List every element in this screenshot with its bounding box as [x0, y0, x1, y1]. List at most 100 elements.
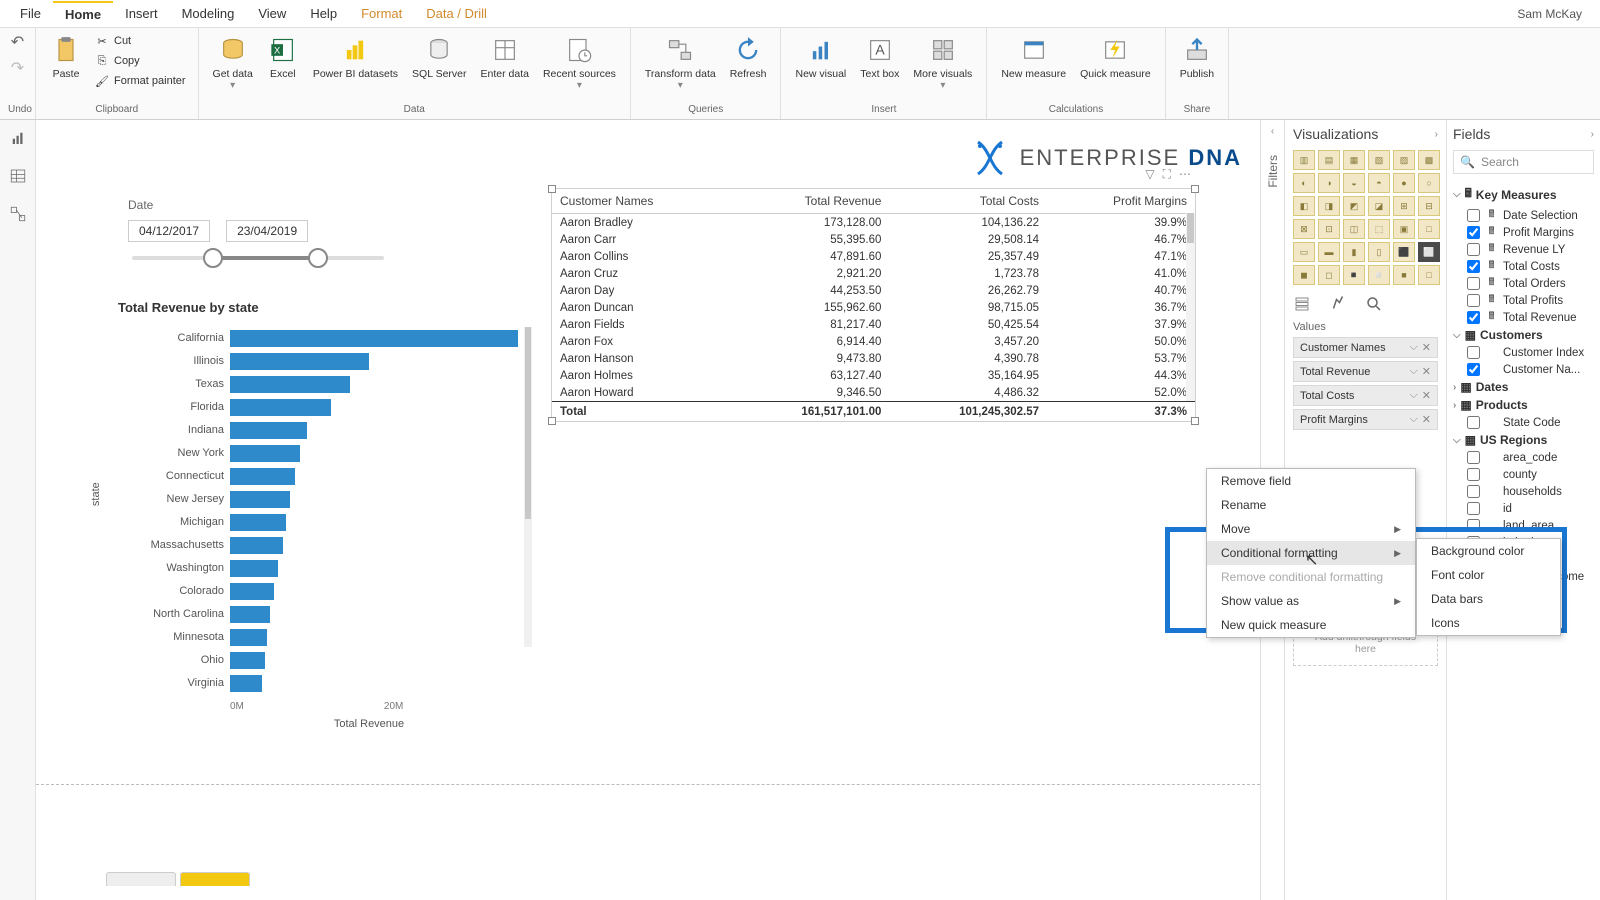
viz-type-button[interactable]: ◽ — [1368, 265, 1390, 285]
new-measure-button[interactable]: New measure — [995, 32, 1072, 82]
field-item[interactable]: 🖩Profit Margins — [1453, 224, 1594, 241]
field-checkbox[interactable] — [1467, 311, 1480, 324]
chevron-down-icon[interactable]: ⌵ — [1409, 365, 1417, 378]
viz-type-button[interactable]: ⊞ — [1393, 196, 1415, 216]
table-row[interactable]: Aaron Collins47,891.6025,357.4947.1% — [552, 248, 1195, 265]
remove-icon[interactable]: ✕ — [1422, 341, 1431, 354]
field-checkbox[interactable] — [1467, 294, 1480, 307]
page-tab[interactable] — [106, 872, 176, 886]
menu-data-bars[interactable]: Data bars — [1417, 587, 1597, 611]
recent-sources-button[interactable]: Recent sources▾ — [537, 32, 622, 93]
bar-row[interactable]: Connecticut — [118, 465, 518, 487]
table-row[interactable]: Aaron Day44,253.5026,262.7940.7% — [552, 282, 1195, 299]
date-slicer[interactable]: Date 04/12/2017 23/04/2019 — [128, 198, 388, 274]
viz-type-button[interactable]: ◒ — [1343, 173, 1365, 193]
bar-row[interactable]: Minnesota — [118, 626, 518, 648]
bar-row[interactable]: Indiana — [118, 419, 518, 441]
col-revenue[interactable]: Total Revenue — [732, 189, 890, 214]
slider-handle-right[interactable] — [308, 248, 328, 268]
field-checkbox[interactable] — [1467, 519, 1480, 532]
viz-type-button[interactable]: ▩ — [1418, 150, 1440, 170]
more-visuals-button[interactable]: More visuals▾ — [907, 32, 978, 93]
col-margin[interactable]: Profit Margins — [1047, 189, 1195, 214]
field-item[interactable]: county — [1453, 466, 1594, 483]
field-well[interactable]: Customer Names⌵✕ — [1293, 337, 1438, 358]
viz-type-button[interactable]: ▮ — [1343, 242, 1365, 262]
bar-row[interactable]: North Carolina — [118, 603, 518, 625]
menu-move[interactable]: Move▶ — [1207, 517, 1415, 541]
tab-help[interactable]: Help — [298, 2, 349, 25]
page-tab-active[interactable] — [180, 872, 250, 886]
bar-row[interactable]: New York — [118, 442, 518, 464]
chevron-down-icon[interactable]: ⌵ — [1409, 413, 1417, 426]
viz-type-button[interactable]: ◼ — [1293, 265, 1315, 285]
field-item[interactable]: 🖩Total Orders — [1453, 275, 1594, 292]
field-checkbox[interactable] — [1467, 226, 1480, 239]
viz-type-button[interactable]: ● — [1393, 173, 1415, 193]
table-row[interactable]: Aaron Fields81,217.4050,425.5437.9% — [552, 316, 1195, 333]
field-item[interactable]: 🖩Total Costs — [1453, 258, 1594, 275]
viz-type-button[interactable]: ⬜ — [1418, 242, 1440, 262]
focus-icon[interactable]: ⛶ — [1163, 167, 1171, 182]
excel-button[interactable]: XExcel — [261, 32, 305, 82]
format-tab-icon[interactable] — [1329, 295, 1347, 313]
viz-type-button[interactable]: ▣ — [1393, 219, 1415, 239]
col-customer[interactable]: Customer Names — [552, 189, 732, 214]
viz-type-button[interactable]: ▥ — [1293, 150, 1315, 170]
bar-chart[interactable]: Total Revenue by state state CaliforniaI… — [118, 300, 530, 740]
more-icon[interactable]: ⋯ — [1179, 167, 1191, 182]
text-box-button[interactable]: AText box — [854, 32, 905, 82]
bar-row[interactable]: Massachusetts — [118, 534, 518, 556]
bar-row[interactable]: Texas — [118, 373, 518, 395]
table-visual[interactable]: ▽ ⛶ ⋯ Customer Names Total Revenue Total… — [551, 188, 1196, 422]
paste-button[interactable]: Paste — [44, 32, 88, 82]
enter-data-button[interactable]: Enter data — [475, 32, 535, 82]
report-view-icon[interactable] — [6, 126, 30, 150]
viz-type-button[interactable]: ▤ — [1318, 150, 1340, 170]
menu-show-value-as[interactable]: Show value as▶ — [1207, 589, 1415, 613]
slicer-to[interactable]: 23/04/2019 — [226, 220, 308, 242]
field-checkbox[interactable] — [1467, 260, 1480, 273]
menu-background-color[interactable]: Background color — [1417, 539, 1597, 563]
field-item[interactable]: 🖩Date Selection — [1453, 207, 1594, 224]
field-table-header[interactable]: ⌵▦Customers — [1453, 326, 1594, 344]
publish-button[interactable]: Publish — [1174, 32, 1220, 82]
field-well[interactable]: Total Costs⌵✕ — [1293, 385, 1438, 406]
bar-row[interactable]: Virginia — [118, 672, 518, 694]
remove-icon[interactable]: ✕ — [1422, 365, 1431, 378]
table-row[interactable]: Aaron Bradley173,128.00104,136.2239.9% — [552, 214, 1195, 232]
field-table-header[interactable]: ⌵🖩Key Measures — [1453, 182, 1594, 207]
field-item[interactable]: 🖩Total Revenue — [1453, 309, 1594, 326]
menu-rename[interactable]: Rename — [1207, 493, 1415, 517]
viz-type-button[interactable]: ▬ — [1318, 242, 1340, 262]
tab-format[interactable]: Format — [349, 2, 414, 25]
field-table-header[interactable]: ⌵▦US Regions — [1453, 431, 1594, 449]
new-visual-button[interactable]: New visual — [789, 32, 852, 82]
field-item[interactable]: Customer Index — [1453, 344, 1594, 361]
viz-type-button[interactable]: ■ — [1393, 265, 1415, 285]
remove-icon[interactable]: ✕ — [1422, 413, 1431, 426]
field-checkbox[interactable] — [1467, 416, 1480, 429]
field-item[interactable]: Customer Na... — [1453, 361, 1594, 378]
collapse-fields-icon[interactable]: › — [1591, 129, 1594, 140]
tab-view[interactable]: View — [246, 2, 298, 25]
slider-handle-left[interactable] — [203, 248, 223, 268]
menu-new-quick-measure[interactable]: New quick measure — [1207, 613, 1415, 637]
field-checkbox[interactable] — [1467, 502, 1480, 515]
viz-type-button[interactable]: ⊠ — [1293, 219, 1315, 239]
viz-type-button[interactable]: □ — [1418, 265, 1440, 285]
tab-home[interactable]: Home — [53, 1, 113, 26]
undo-icon[interactable]: ↶ — [11, 32, 24, 52]
tab-insert[interactable]: Insert — [113, 2, 170, 25]
chevron-down-icon[interactable]: ⌵ — [1409, 389, 1417, 402]
collapse-viz-icon[interactable]: › — [1435, 129, 1438, 140]
field-table-header[interactable]: ›▦Products — [1453, 396, 1594, 414]
slicer-from[interactable]: 04/12/2017 — [128, 220, 210, 242]
report-canvas[interactable]: ENTERPRISE DNA Date 04/12/2017 23/04/201… — [36, 120, 1260, 886]
bar-row[interactable]: New Jersey — [118, 488, 518, 510]
viz-type-button[interactable]: ▧ — [1368, 150, 1390, 170]
viz-type-button[interactable]: ◓ — [1368, 173, 1390, 193]
bar-row[interactable]: Colorado — [118, 580, 518, 602]
pbi-datasets-button[interactable]: Power BI datasets — [307, 32, 404, 82]
field-checkbox[interactable] — [1467, 451, 1480, 464]
